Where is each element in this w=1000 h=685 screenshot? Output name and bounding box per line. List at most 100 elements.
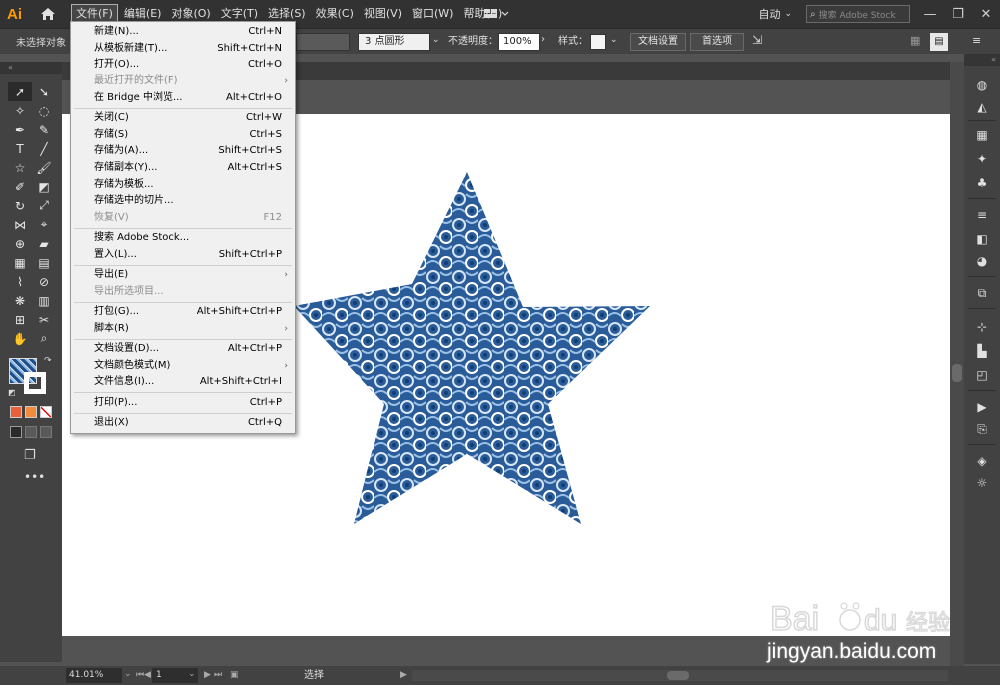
appearance-icon[interactable]: ⧉ [972,284,992,302]
artboard-dropdown-icon[interactable]: ⌄ [188,669,196,679]
paintbrush-icon[interactable]: 🖌 [32,158,56,177]
stroke-panel-icon[interactable]: ≡ [972,206,992,224]
home-icon[interactable] [37,3,59,25]
menu-item-file-info[interactable]: 文件信息(I)... Alt+Shift+Ctrl+I [71,374,295,390]
symbol-sprayer-icon[interactable]: ❋ [8,291,32,310]
next-artboard-icon[interactable]: ▶ [204,668,211,683]
panel-expand-icon[interactable]: « [964,54,1000,66]
menu-item-document-setup[interactable]: 文档设置(D)... Alt+Ctrl+P [71,341,295,357]
edit-toolbar-icon[interactable]: ••• [24,470,45,484]
brush-dropdown[interactable]: 3 点圆形 [358,33,430,51]
menu-effect[interactable]: 效果(C) [312,4,358,24]
brushes-icon[interactable]: ✦ [972,150,992,168]
shaper-tool-icon[interactable]: ✐ [8,177,32,196]
color-mode-icon[interactable] [10,406,22,418]
zoom-dropdown-icon[interactable]: ⌄ [124,669,132,679]
chevron-down-icon[interactable]: ⌄ [784,9,792,19]
vertical-scroll-thumb[interactable] [952,364,962,382]
previous-artboard-icon[interactable]: ◀ [144,668,151,683]
align-icon[interactable]: ▦ [910,34,920,47]
blend-tool-icon[interactable]: ⊘ [32,272,56,291]
opacity-input[interactable]: 100% [498,33,540,51]
chevron-down-icon[interactable]: ⌄ [432,35,440,45]
close-button[interactable]: ✕ [972,3,1000,25]
horizontal-scroll-thumb[interactable] [667,671,689,680]
star-shape[interactable] [294,172,650,524]
star-tool-icon[interactable]: ☆ [8,158,32,177]
zoom-tool-icon[interactable]: ⌕ [32,329,56,348]
draw-behind-icon[interactable] [25,426,37,438]
menu-item-open[interactable]: 打开(O)... Ctrl+O [71,57,295,73]
swatches-icon[interactable]: ▦ [972,126,992,144]
selection-tool-icon[interactable]: ➚ [8,82,32,101]
color-guide-icon[interactable]: ◭ [972,98,992,116]
menu-item-exit[interactable]: 退出(X) Ctrl+Q [71,415,295,431]
first-artboard-icon[interactable]: ⏮ [136,668,144,683]
menu-item-save-template[interactable]: 存储为模板... [71,177,295,193]
menu-item-close[interactable]: 关闭(C) Ctrl+W [71,110,295,126]
actions-icon[interactable]: ▶ [972,398,992,416]
rotate-tool-icon[interactable]: ↻ [8,196,32,215]
magic-wand-icon[interactable]: ✧ [8,101,32,120]
arrange-documents-button[interactable] [483,5,513,23]
workspace-switcher[interactable]: 自动 [758,6,780,22]
default-fill-stroke-icon[interactable]: ◩ [8,388,16,397]
mesh-tool-icon[interactable]: ▦ [8,253,32,272]
artboard-tool-icon[interactable]: ⊞ [8,310,32,329]
eyedropper-icon[interactable]: ⌇ [8,272,32,291]
menu-item-browse-bridge[interactable]: 在 Bridge 中浏览... Alt+Ctrl+O [71,90,295,106]
preferences-button[interactable]: 首选项 [690,33,744,51]
scale-tool-icon[interactable]: ⤢ [32,196,56,215]
menu-item-save-copy[interactable]: 存储副本(Y)... Alt+Ctrl+S [71,160,295,176]
menu-view[interactable]: 视图(V) [360,4,406,24]
fill-stroke-control[interactable]: ↷ ◩ [8,356,56,398]
maximize-button[interactable]: ❐ [944,3,972,25]
layers-icon[interactable]: ◈ [972,452,992,470]
menu-item-place[interactable]: 置入(L)... Shift+Ctrl+P [71,247,295,263]
menu-item-new[interactable]: 新建(N)... Ctrl+N [71,24,295,40]
status-menu-icon[interactable]: ▶ [400,668,407,683]
hand-tool-icon[interactable]: ✋ [8,329,32,348]
curvature-tool-icon[interactable]: ✎ [32,120,56,139]
column-graph-icon[interactable]: ▥ [32,291,56,310]
stroke-swatch[interactable] [24,372,46,394]
menu-item-save-as[interactable]: 存储为(A)... Shift+Ctrl+S [71,143,295,159]
transparency-icon[interactable]: ◕ [972,252,992,270]
panel-toggle-icon[interactable]: ▤ [930,33,948,51]
panel-collapse-icon[interactable]: « [0,62,62,74]
asset-export-icon[interactable]: ☼ [972,474,992,492]
gradient-tool-icon[interactable]: ▤ [32,253,56,272]
menu-item-search-stock[interactable]: 搜索 Adobe Stock... [71,230,295,246]
menu-item-document-color-mode[interactable]: 文档颜色模式(M) › [71,358,295,374]
gradient-panel-icon[interactable]: ◧ [972,230,992,248]
menu-item-save[interactable]: 存储(S) Ctrl+S [71,127,295,143]
transform-icon[interactable]: ⊹ [972,318,992,336]
perspective-grid-icon[interactable]: ▰ [32,234,56,253]
menu-item-print[interactable]: 打印(P)... Ctrl+P [71,395,295,411]
symbols-icon[interactable]: ♣ [972,174,992,192]
color-panel-icon[interactable]: ◍ [972,76,992,94]
free-transform-icon[interactable]: ⌖ [32,215,56,234]
menu-item-new-from-template[interactable]: 从模板新建(T)... Shift+Ctrl+N [71,41,295,57]
pen-tool-icon[interactable]: ✒ [8,120,32,139]
stock-search-input[interactable]: ⌕ 搜索 Adobe Stock [806,5,910,23]
direct-selection-tool-icon[interactable]: ➘ [32,82,56,101]
chevron-right-icon[interactable]: › [541,34,545,45]
stroke-weight-field[interactable] [296,33,350,51]
draw-inside-icon[interactable] [40,426,52,438]
shape-builder-icon[interactable]: ⊕ [8,234,32,253]
minimize-button[interactable]: — [916,3,944,25]
lasso-icon[interactable]: ◌ [32,101,56,120]
menu-item-scripts[interactable]: 脚本(R) › [71,321,295,337]
horizontal-scrollbar[interactable] [412,670,948,681]
draw-normal-icon[interactable] [10,426,22,438]
zoom-level-field[interactable]: 41.01% [66,668,122,683]
type-tool-icon[interactable]: T [8,139,32,158]
menu-window[interactable]: 窗口(W) [408,4,457,24]
width-tool-icon[interactable]: ⋈ [8,215,32,234]
eraser-icon[interactable]: ◩ [32,177,56,196]
document-settings-button[interactable]: 文档设置 [630,33,686,51]
style-swatch[interactable] [590,34,606,50]
pathfinder-icon[interactable]: ◰ [972,366,992,384]
swap-fill-stroke-icon[interactable]: ↷ [44,356,52,366]
